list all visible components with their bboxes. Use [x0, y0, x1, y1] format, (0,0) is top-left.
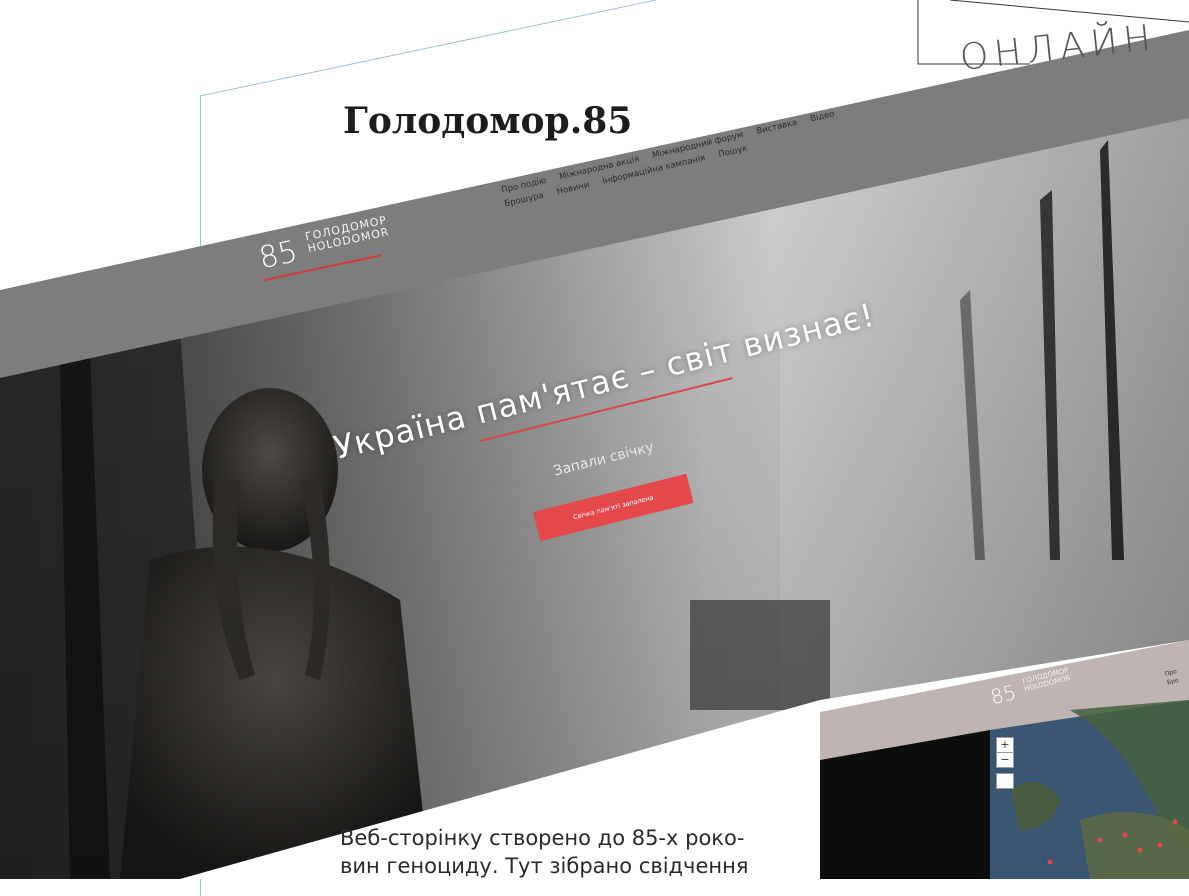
body-line-2: вин геноциду. Тут зібрано свідчення: [340, 854, 749, 878]
map-nav-item-2[interactable]: Бро: [1166, 677, 1179, 687]
map-layer-button[interactable]: [996, 773, 1014, 789]
article-body: Веб-сторінку створено до 85-х роко- вин …: [340, 824, 820, 880]
map-zoom-in-button[interactable]: +: [996, 737, 1014, 753]
page-title: Голодомор.85: [343, 100, 633, 142]
body-line-1: Веб-сторінку створено до 85-х роко-: [340, 826, 745, 850]
map-zoom-out-button[interactable]: −: [996, 752, 1014, 768]
